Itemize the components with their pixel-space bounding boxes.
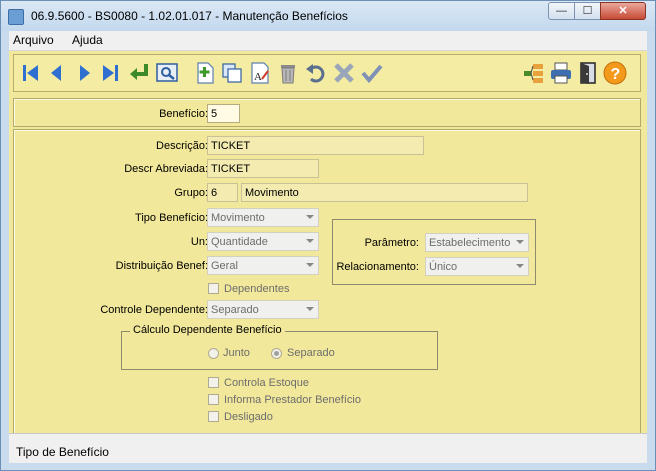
calculo-group-title: Cálculo Dependente Benefício <box>130 324 285 336</box>
chevron-down-icon <box>306 263 314 267</box>
parametro-groupbox: Parâmetro: Estabelecimento Relacionament… <box>332 219 536 285</box>
detail-panel: Descrição: TICKET Descr Abreviada: TICKE… <box>13 129 641 434</box>
descricao-label: Descrição: <box>156 140 208 152</box>
informa-prestador-checkbox[interactable] <box>208 394 219 405</box>
menu-item-ajuda[interactable]: Ajuda <box>72 33 103 47</box>
controle-dependente-value: Separado <box>211 304 259 316</box>
go-to-icon[interactable] <box>126 60 152 86</box>
parametro-value: Estabelecimento <box>429 237 511 249</box>
controle-dependente-select[interactable]: Separado <box>207 300 319 319</box>
main-panel: A ? Benefício: 5 Descrição: TICKET Descr… <box>9 51 647 462</box>
chevron-down-icon <box>516 240 524 244</box>
grupo-label: Grupo: <box>174 187 208 199</box>
title-bar[interactable]: 06.9.5600 - BS0080 - 1.02.01.017 - Manut… <box>1 1 655 31</box>
maximize-button[interactable]: ☐ <box>574 2 601 20</box>
minimize-button[interactable]: — <box>548 2 575 20</box>
grupo-code-field[interactable]: 6 <box>207 183 238 202</box>
controla-estoque-checkbox[interactable] <box>208 377 219 388</box>
beneficio-label: Benefício: <box>159 108 208 120</box>
app-icon <box>8 9 24 25</box>
un-select[interactable]: Quantidade <box>207 232 319 251</box>
tipo-beneficio-label: Tipo Benefício: <box>135 212 208 224</box>
first-record-icon[interactable] <box>18 60 44 86</box>
beneficio-panel: Benefício: 5 <box>13 98 641 127</box>
delete-record-icon[interactable] <box>275 60 301 86</box>
menu-bar: Arquivo Ajuda <box>9 31 647 51</box>
calculo-groupbox: Cálculo Dependente Benefício Junto Separ… <box>121 324 438 370</box>
chevron-down-icon <box>516 264 524 268</box>
chevron-down-icon <box>306 239 314 243</box>
search-icon[interactable] <box>154 60 180 86</box>
close-button[interactable]: ✕ <box>600 2 646 20</box>
application-window: 06.9.5600 - BS0080 - 1.02.01.017 - Manut… <box>0 0 656 471</box>
un-value: Quantidade <box>211 236 268 248</box>
relacionamento-label: Relacionamento: <box>336 261 419 273</box>
chevron-down-icon <box>306 307 314 311</box>
distribuicao-select[interactable]: Geral <box>207 256 319 275</box>
descricao-field[interactable]: TICKET <box>207 136 424 155</box>
cancel-icon[interactable] <box>331 60 357 86</box>
radio-separado-label: Separado <box>287 347 335 359</box>
window-title: 06.9.5600 - BS0080 - 1.02.01.017 - Manut… <box>31 9 348 23</box>
tipo-beneficio-value: Movimento <box>211 212 265 224</box>
radio-separado[interactable] <box>271 348 282 359</box>
undo-icon[interactable] <box>303 60 329 86</box>
chevron-down-icon <box>306 215 314 219</box>
svg-text:?: ? <box>611 66 621 83</box>
status-bar: Tipo de Benefício <box>9 433 647 463</box>
last-record-icon[interactable] <box>98 60 124 86</box>
next-record-icon[interactable] <box>72 60 98 86</box>
controle-dependente-label: Controle Dependente: <box>100 304 208 316</box>
beneficio-field[interactable]: 5 <box>207 104 240 123</box>
menu-item-arquivo[interactable]: Arquivo <box>13 33 54 47</box>
toolbar: A ? <box>13 54 641 92</box>
previous-record-icon[interactable] <box>44 60 70 86</box>
help-icon[interactable]: ? <box>602 60 628 86</box>
svg-text:A: A <box>254 71 262 83</box>
descr-abreviada-label: Descr Abreviada: <box>124 163 208 175</box>
distribuicao-value: Geral <box>211 260 238 272</box>
exit-door-icon[interactable] <box>575 60 601 86</box>
grupo-description-field: Movimento <box>241 183 528 202</box>
new-record-icon[interactable] <box>192 60 218 86</box>
parametro-label: Parâmetro: <box>364 237 419 249</box>
desligado-label: Desligado <box>224 411 273 423</box>
dependentes-label: Dependentes <box>224 283 290 295</box>
radio-junto-label: Junto <box>223 347 250 359</box>
dependentes-checkbox[interactable] <box>208 283 219 294</box>
parametro-select[interactable]: Estabelecimento <box>425 233 529 252</box>
status-text: Tipo de Benefício <box>16 445 109 459</box>
tree-view-icon[interactable] <box>521 60 547 86</box>
tipo-beneficio-select[interactable]: Movimento <box>207 208 319 227</box>
radio-junto[interactable] <box>208 348 219 359</box>
distribuicao-label: Distribuição Benef: <box>115 260 208 272</box>
save-icon[interactable] <box>359 60 385 86</box>
controla-estoque-label: Controla Estoque <box>224 377 309 389</box>
copy-record-icon[interactable] <box>219 60 245 86</box>
un-label: Un: <box>190 236 208 248</box>
relacionamento-select[interactable]: Único <box>425 257 529 276</box>
edit-record-icon[interactable]: A <box>247 60 273 86</box>
desligado-checkbox[interactable] <box>208 411 219 422</box>
descr-abreviada-field[interactable]: TICKET <box>207 159 319 178</box>
informa-prestador-label: Informa Prestador Benefício <box>224 394 361 406</box>
print-icon[interactable] <box>548 60 574 86</box>
relacionamento-value: Único <box>429 261 458 273</box>
